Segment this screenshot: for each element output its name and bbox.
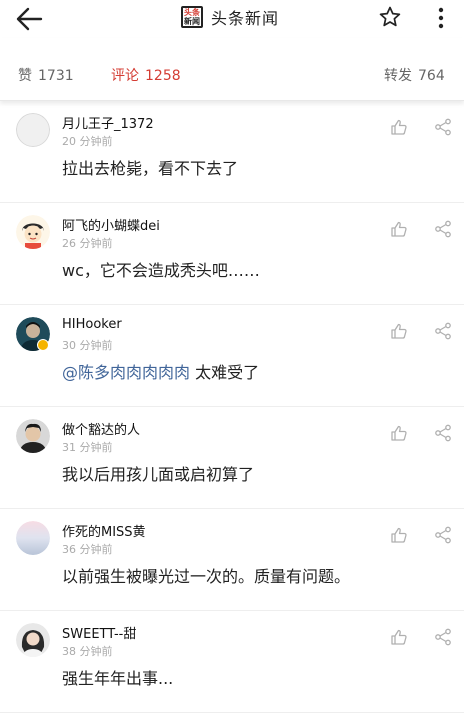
username[interactable]: 月儿王子_1372 — [62, 113, 154, 132]
comment-item: 阿飞的小蝴蝶dei 26 分钟前 wc，它不会造成秃头吧…… — [0, 203, 464, 305]
share-icon[interactable] — [434, 220, 452, 238]
comment-item: 做个豁达的人 31 分钟前 我以后用孩儿面或启初算了 — [0, 407, 464, 509]
comment-text: @陈多肉肉肉肉肉 太难受了 — [62, 359, 259, 383]
reposts-label: 转发 — [384, 68, 412, 84]
timestamp: 26 分钟前 — [62, 237, 113, 250]
app-logo: 头条 新闻 — [181, 6, 203, 28]
logo-text-top: 头条 — [184, 8, 200, 17]
comment-text: 拉出去枪毙，看不下去了 — [62, 159, 239, 178]
username[interactable]: 阿飞的小蝴蝶dei — [62, 215, 160, 234]
username[interactable]: SWEETT--甜 — [62, 623, 136, 642]
comment-list: 月儿王子_1372 20 分钟前 拉出去枪毙，看不下去了 阿飞的小蝴蝶dei 2… — [0, 101, 464, 713]
page-title: 头条新闻 — [211, 9, 280, 28]
timestamp: 31 分钟前 — [62, 441, 113, 454]
comment-item: 月儿王子_1372 20 分钟前 拉出去枪毙，看不下去了 — [0, 101, 464, 203]
page-title-group: 头条 新闻 头条新闻 — [181, 5, 279, 29]
likes-count: 1731 — [38, 68, 74, 84]
avatar[interactable] — [16, 419, 50, 453]
share-icon[interactable] — [434, 322, 452, 340]
timestamp: 20 分钟前 — [62, 135, 113, 148]
avatar[interactable] — [16, 623, 50, 657]
username[interactable]: 作死的MISS黄 — [62, 521, 146, 540]
share-icon[interactable] — [434, 526, 452, 544]
username[interactable]: 做个豁达的人 — [62, 419, 140, 438]
timestamp: 36 分钟前 — [62, 543, 113, 556]
comments-count: 1258 — [145, 68, 181, 84]
thumbs-up-icon[interactable] — [390, 220, 408, 238]
share-icon[interactable] — [434, 118, 452, 136]
comment-text: 强生年年出事... — [62, 669, 174, 688]
more-vertical-icon[interactable] — [431, 6, 451, 30]
timestamp: 38 分钟前 — [62, 645, 113, 658]
comment-text-body: 太难受了 — [190, 363, 260, 382]
share-icon[interactable] — [434, 628, 452, 646]
likes-label: 赞 — [18, 68, 32, 84]
thumbs-up-icon[interactable] — [390, 628, 408, 646]
reposts-count: 764 — [418, 68, 445, 84]
comment-item: 作死的MISS黄 36 分钟前 以前强生被曝光过一次的。质量有问题。 — [0, 509, 464, 611]
comment-text: 我以后用孩儿面或启初算了 — [62, 465, 255, 484]
stats-bar: 赞 1731 评论 1258 转发 764 — [0, 38, 464, 101]
avatar[interactable] — [16, 113, 50, 147]
timestamp: 30 分钟前 — [62, 339, 113, 352]
verified-badge — [37, 339, 49, 351]
back-arrow-icon[interactable] — [14, 6, 44, 32]
star-icon[interactable] — [378, 5, 402, 29]
comment-item: HIHooker 30 分钟前 @陈多肉肉肉肉肉 太难受了 — [0, 305, 464, 407]
tab-reposts[interactable]: 转发 764 — [384, 65, 445, 85]
comment-text: wc，它不会造成秃头吧…… — [62, 261, 260, 280]
tab-comments[interactable]: 评论 1258 — [111, 65, 181, 85]
thumbs-up-icon[interactable] — [390, 526, 408, 544]
thumbs-up-icon[interactable] — [390, 424, 408, 442]
comment-text: 以前强生被曝光过一次的。质量有问题。 — [62, 567, 351, 586]
thumbs-up-icon[interactable] — [390, 322, 408, 340]
mention-link[interactable]: @陈多肉肉肉肉肉 — [62, 363, 190, 382]
comments-label: 评论 — [111, 68, 139, 84]
username[interactable]: HIHooker — [62, 317, 122, 332]
top-bar: 头条 新闻 头条新闻 — [0, 0, 464, 38]
share-icon[interactable] — [434, 424, 452, 442]
comment-item: SWEETT--甜 38 分钟前 强生年年出事... — [0, 611, 464, 713]
tab-likes[interactable]: 赞 1731 — [18, 65, 74, 85]
thumbs-up-icon[interactable] — [390, 118, 408, 136]
avatar[interactable] — [16, 521, 50, 555]
avatar[interactable] — [16, 215, 50, 249]
logo-text-bottom: 新闻 — [184, 17, 200, 26]
